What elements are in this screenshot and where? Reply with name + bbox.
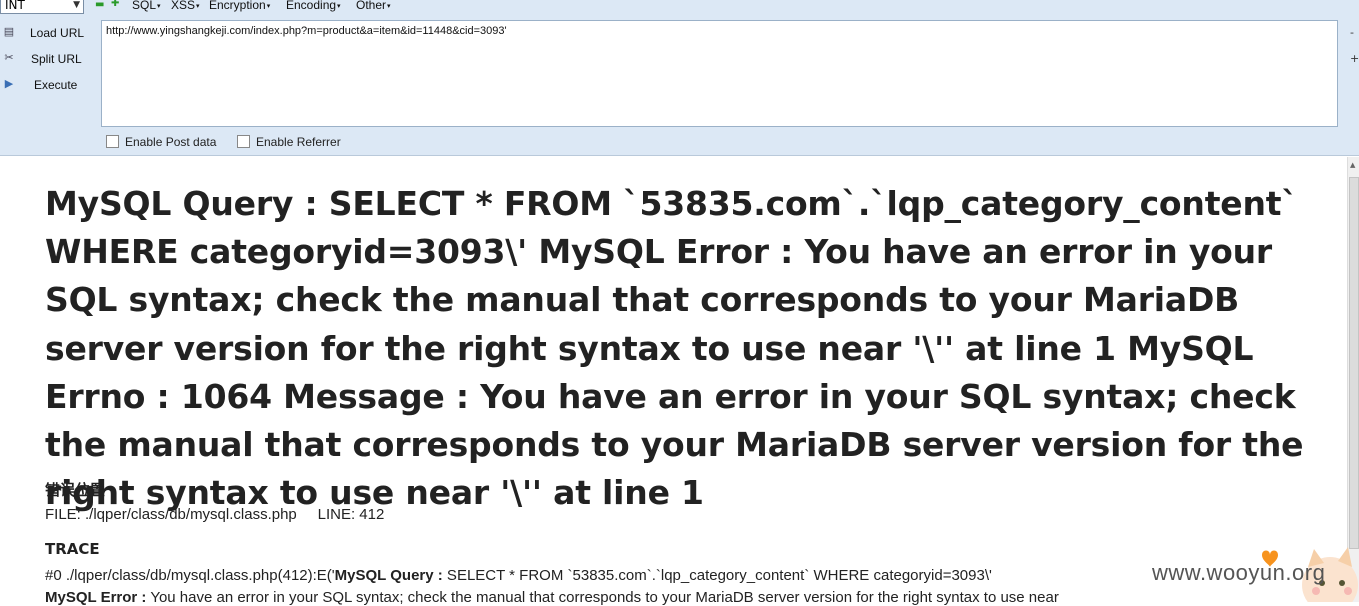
menu-sql[interactable]: SQL▾ [132,0,161,12]
error-position-heading: 错误位置 [45,481,106,499]
increase-font-button[interactable]: + [1350,52,1359,65]
trace-line: #0 ./lqper/class/db/mysql.class.php(412)… [45,567,992,584]
chevron-down-icon: ▼ [73,0,80,10]
file-line-info: FILE: ./lqper/class/db/mysql.class.php L… [45,506,385,523]
page-content: MySQL Query : SELECT * FROM `53835.com`.… [45,180,1335,606]
hackbar-toolbar: INT ▼ ▬ ✚ SQL▾ XSS▾ Encryption▾ Encoding… [0,0,1359,156]
execute-icon: ▶ [4,78,14,90]
menu-xss[interactable]: XSS▾ [171,0,200,12]
menu-other[interactable]: Other▾ [356,0,391,12]
load-url-button[interactable]: ▤ Load URL [0,23,95,45]
wooyun-watermark: www.wooyun.org [1152,560,1326,585]
type-select[interactable]: INT ▼ [0,0,84,14]
type-select-value: INT [5,0,25,12]
split-url-button[interactable]: ✂ Split URL [0,49,95,71]
enable-referrer-checkbox[interactable]: Enable Referrer [237,135,341,149]
menu-encoding[interactable]: Encoding▾ [286,0,341,12]
url-textarea[interactable]: http://www.yingshangkeji.com/index.php?m… [101,20,1338,127]
plus-icon[interactable]: ✚ [111,0,119,9]
enable-post-checkbox[interactable]: Enable Post data [106,135,216,149]
menu-encryption[interactable]: Encryption▾ [209,0,270,12]
load-url-icon: ▤ [3,26,15,38]
scroll-up-icon[interactable]: ▲ [1350,161,1355,169]
checkbox-box[interactable] [237,135,250,148]
minus-icon[interactable]: ▬ [95,0,104,10]
url-value: http://www.yingshangkeji.com/index.php?m… [106,25,507,37]
vertical-scrollbar[interactable]: ▲ [1347,157,1359,602]
error-message: MySQL Query : SELECT * FROM `53835.com`.… [45,184,1304,513]
trace-error-line: MySQL Error : You have an error in your … [45,589,1059,606]
checkbox-box[interactable] [106,135,119,148]
execute-button[interactable]: ▶ Execute [0,75,95,97]
split-url-icon: ✂ [4,52,14,64]
scrollbar-thumb[interactable] [1349,177,1359,549]
decrease-font-button[interactable]: - [1350,26,1354,39]
trace-heading: TRACE [45,540,100,558]
